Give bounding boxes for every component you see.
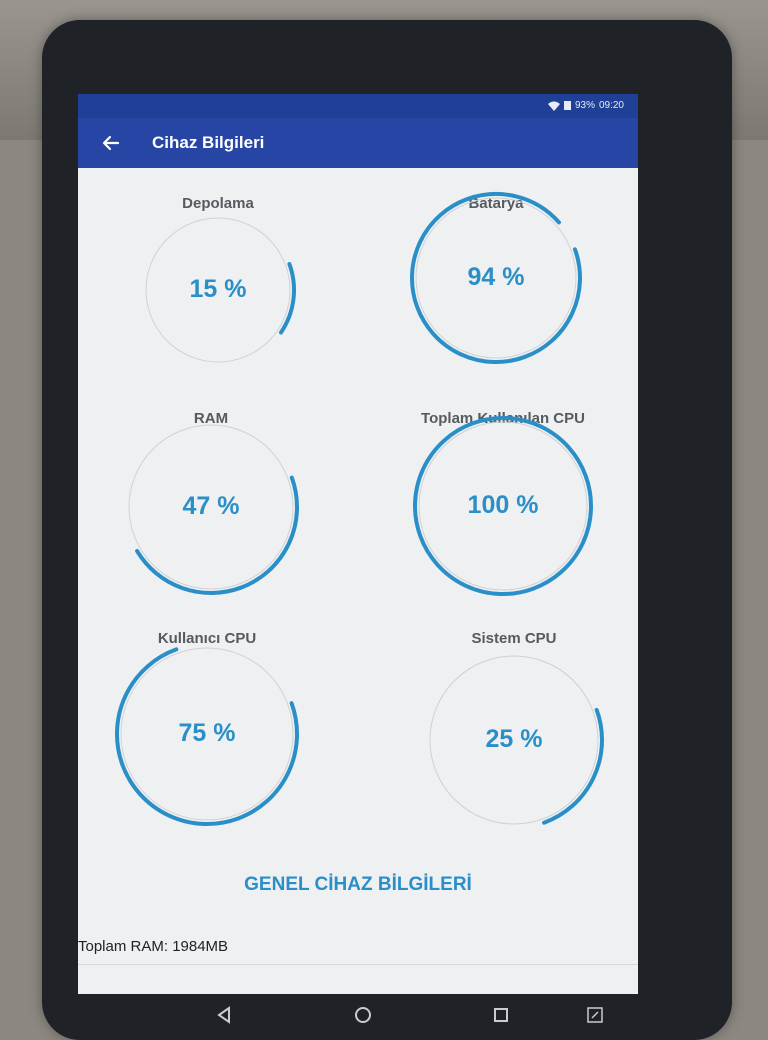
signal-icon (563, 101, 571, 110)
divider (78, 964, 638, 965)
status-bar: 93% 09:20 (78, 94, 638, 118)
app-bar: Cihaz Bilgileri (78, 118, 638, 168)
gauge-label: Sistem CPU (471, 630, 557, 647)
nav-home-icon[interactable] (354, 1006, 372, 1024)
clock: 09:20 (598, 100, 624, 111)
status-icons: 93% 09:20 (547, 100, 624, 111)
gauge-value: 100 % (467, 491, 539, 519)
nav-recents-icon[interactable] (492, 1006, 510, 1024)
nav-back-icon[interactable] (215, 1006, 233, 1024)
gauge-value: 15 % (189, 275, 247, 303)
gauge-value: 47 % (182, 492, 240, 520)
gauge-value: 25 % (485, 725, 543, 753)
page-title: Cihaz Bilgileri (152, 133, 265, 152)
general-device-info-button[interactable]: GENEL CİHAZ BİLGİLERİ (78, 874, 638, 896)
back-arrow-icon[interactable] (98, 130, 124, 156)
gauge-value: 75 % (178, 719, 236, 747)
gauge-value: 94 % (467, 263, 525, 291)
wifi-icon (547, 101, 560, 111)
nav-screenshot-icon[interactable] (586, 1006, 604, 1024)
battery-percent: 93% (574, 100, 595, 111)
nav-bar (100, 1000, 660, 1024)
total-ram-text: Toplam RAM: 1984MB (78, 938, 229, 955)
tablet-screen: 93% 09:20 Cihaz Bilgileri Depolama 15 % Ba… (78, 94, 638, 994)
